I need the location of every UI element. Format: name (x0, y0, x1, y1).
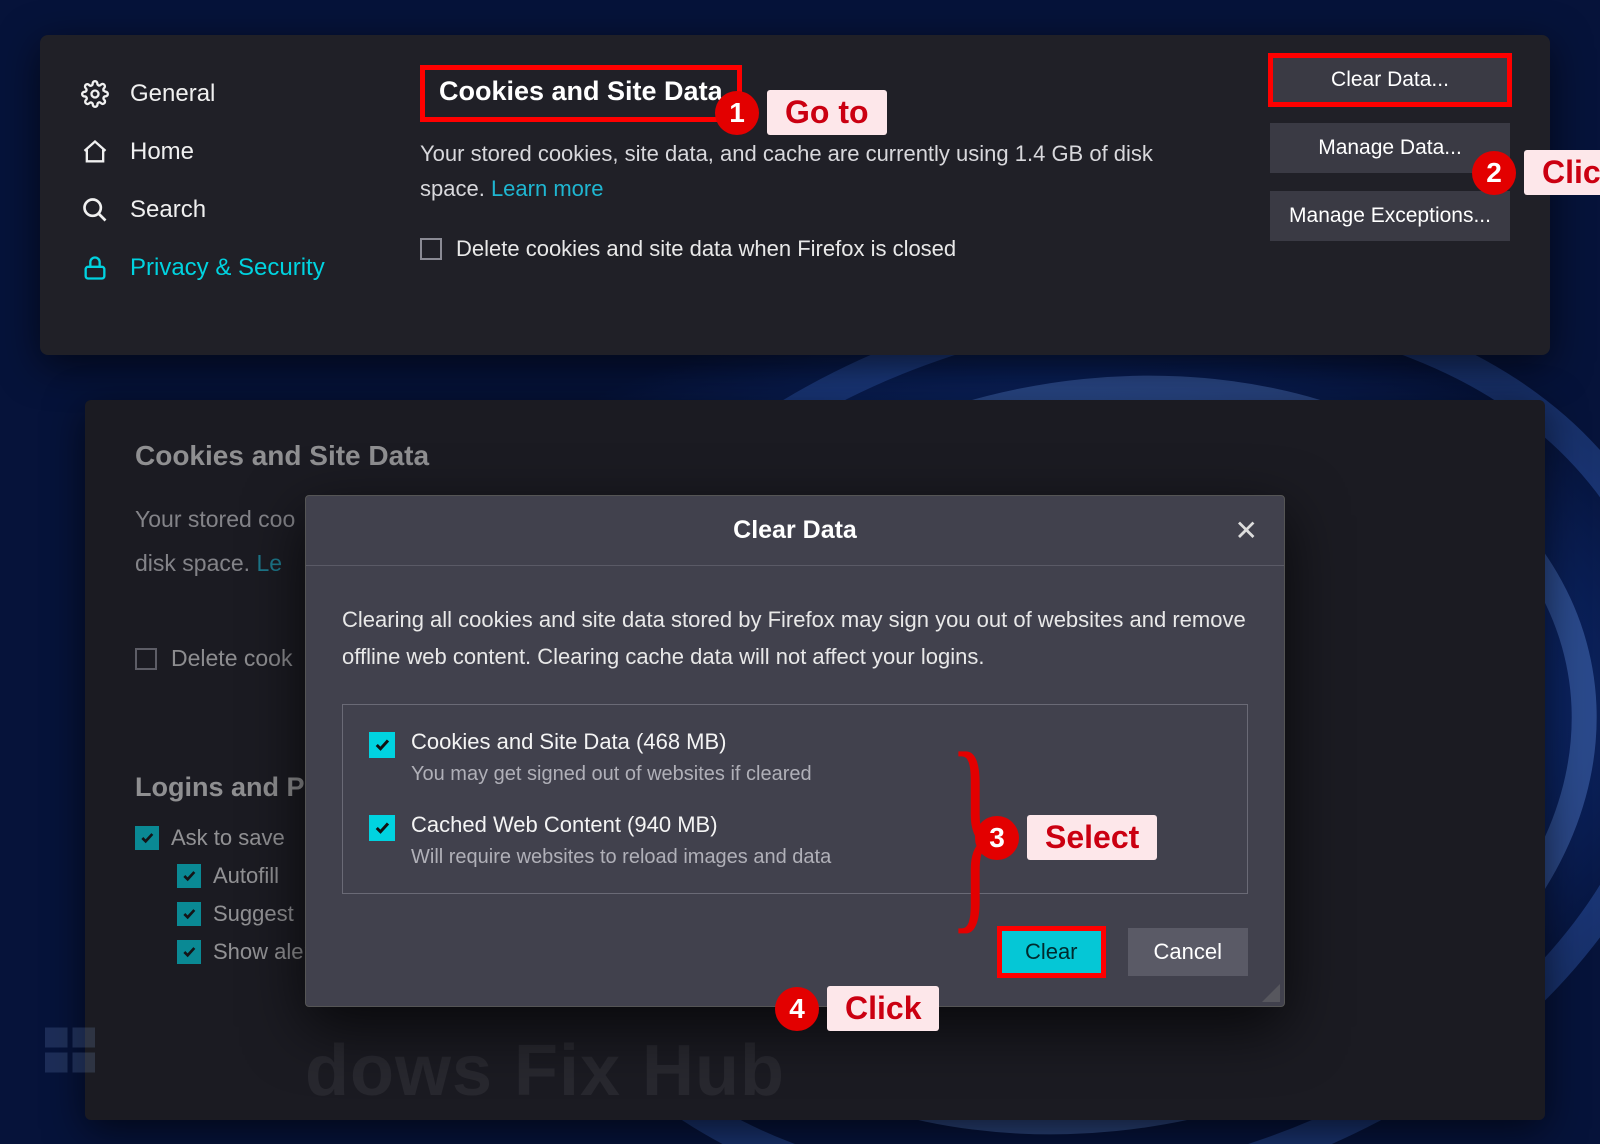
dialog-warning-text: Clearing all cookies and site data store… (342, 601, 1248, 676)
sidebar-item-label: Privacy & Security (130, 254, 325, 282)
dialog-options-group: Cookies and Site Data (468 MB) You may g… (342, 704, 1248, 894)
settings-panel: General Home Search Privacy & Security C… (40, 35, 1550, 355)
bg-chk-label: Delete cook (171, 645, 292, 672)
close-icon[interactable]: ✕ (1235, 514, 1258, 547)
gear-icon (80, 79, 110, 109)
annotation-number-4: 4 (775, 987, 819, 1031)
bg-learn-more-trunc: Le (256, 550, 282, 576)
option-cache-title: Cached Web Content (940 MB) (411, 812, 831, 838)
sidebar-item-general[interactable]: General (80, 65, 360, 123)
annotation-4: 4 Click (775, 986, 939, 1031)
section-title-cookies: Cookies and Site Data (439, 76, 723, 107)
section-title-cookies-bg: Cookies and Site Data (135, 440, 1495, 472)
bg-suggest: Suggest (213, 901, 294, 927)
option-cookies-title: Cookies and Site Data (468 MB) (411, 729, 812, 755)
dialog-title: Clear Data (733, 516, 857, 545)
cancel-button[interactable]: Cancel (1128, 928, 1248, 976)
checkbox-checked-icon (177, 902, 201, 926)
watermark-text: dows Fix Hub (305, 1030, 785, 1112)
settings-content: Cookies and Site Data Your stored cookie… (360, 35, 1550, 355)
bg-desc-line2: disk space. (135, 550, 256, 576)
bg-autofill: Autofill (213, 863, 279, 889)
sidebar-item-privacy[interactable]: Privacy & Security (80, 239, 360, 297)
bg-ask-save: Ask to save (171, 825, 285, 851)
annotation-2: 2 Click (1472, 150, 1600, 195)
option-cookies[interactable]: Cookies and Site Data (468 MB) You may g… (369, 729, 1221, 786)
checkbox-checked-icon[interactable] (369, 732, 395, 758)
search-icon (80, 195, 110, 225)
cookies-description: Your stored cookies, site data, and cach… (420, 136, 1180, 206)
annotation-3: 3 Select (975, 815, 1157, 860)
checkbox-empty-icon[interactable] (420, 238, 442, 260)
annotation-label-1: Go to (767, 90, 887, 135)
annotation-number-1: 1 (715, 91, 759, 135)
option-cache-sub: Will require websites to reload images a… (411, 846, 831, 869)
annotation-label-3: Select (1027, 815, 1157, 860)
annotation-box-1: Cookies and Site Data (420, 65, 742, 122)
settings-sidebar: General Home Search Privacy & Security (40, 35, 360, 355)
checkbox-empty-icon (135, 648, 157, 670)
clear-data-dialog: Clear Data ✕ Clearing all cookies and si… (305, 495, 1285, 1007)
checkbox-checked-icon (135, 826, 159, 850)
resize-handle-icon[interactable] (1262, 984, 1280, 1002)
annotation-number-3: 3 (975, 816, 1019, 860)
checkbox-checked-icon (177, 940, 201, 964)
sidebar-item-home[interactable]: Home (80, 123, 360, 181)
right-buttons: Clear Data... Manage Data... Manage Exce… (1270, 55, 1510, 241)
option-cookies-sub: You may get signed out of websites if cl… (411, 763, 812, 786)
lock-icon (80, 253, 110, 283)
manage-exceptions-button[interactable]: Manage Exceptions... (1270, 191, 1510, 241)
clear-button[interactable]: Clear (999, 928, 1104, 976)
sidebar-item-label: Home (130, 138, 194, 166)
annotation-1: 1 Go to (715, 90, 887, 135)
watermark-icon (40, 1015, 100, 1085)
sidebar-item-label: General (130, 80, 215, 108)
checkbox-checked-icon (177, 864, 201, 888)
clear-data-button[interactable]: Clear Data... (1270, 55, 1510, 105)
learn-more-link[interactable]: Learn more (491, 176, 604, 201)
checkbox-label: Delete cookies and site data when Firefo… (456, 236, 956, 262)
home-icon (80, 137, 110, 167)
sidebar-item-label: Search (130, 196, 206, 224)
annotation-label-2: Click (1524, 150, 1600, 195)
dialog-header: Clear Data ✕ (306, 496, 1284, 566)
checkbox-checked-icon[interactable] (369, 815, 395, 841)
annotation-label-4: Click (827, 986, 939, 1031)
sidebar-item-search[interactable]: Search (80, 181, 360, 239)
annotation-number-2: 2 (1472, 151, 1516, 195)
